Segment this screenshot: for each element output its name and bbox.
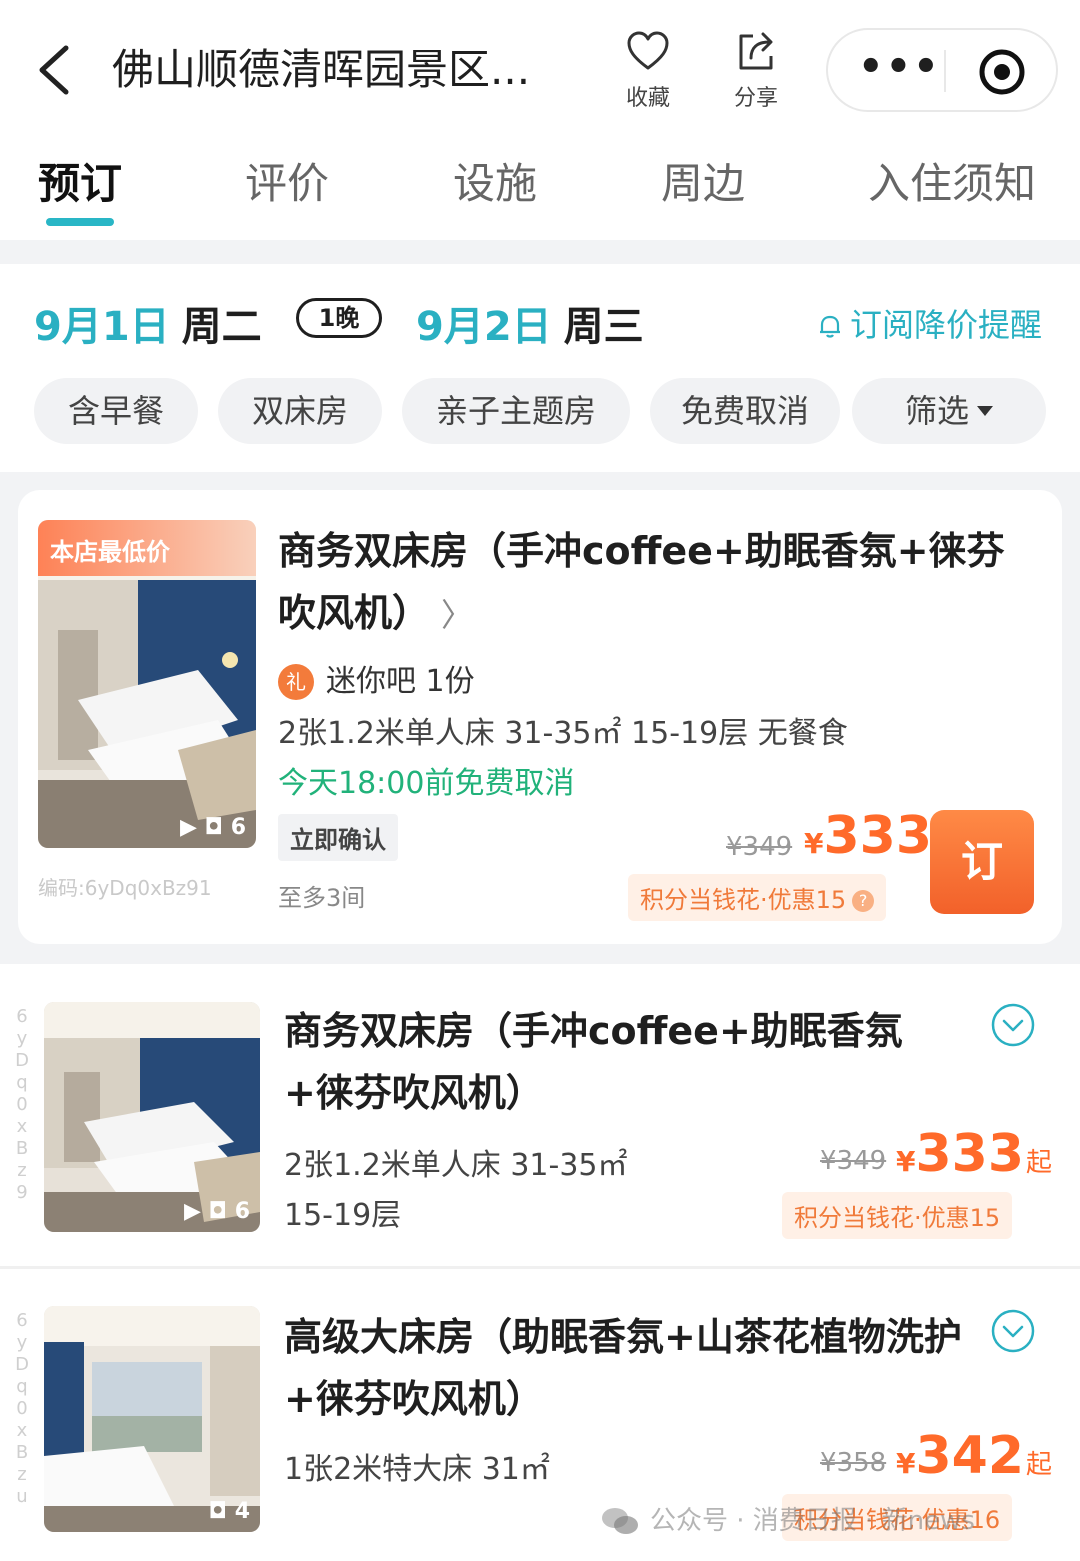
current-price: ¥342起 bbox=[896, 1426, 1052, 1486]
price-suffix: 起 bbox=[1026, 1148, 1053, 1178]
price-suffix: 起 bbox=[1026, 1450, 1053, 1480]
gift-text: 迷你吧 1份 bbox=[326, 664, 475, 699]
close-miniprogram-icon[interactable] bbox=[978, 48, 1026, 96]
share-label: 分享 bbox=[733, 86, 778, 111]
nights-badge: 1晚 bbox=[296, 298, 382, 338]
room-code: 编码:6yDq0xBz91 bbox=[38, 876, 212, 900]
expand-icon[interactable] bbox=[990, 1308, 1036, 1354]
photo-count-value: 6 bbox=[230, 815, 246, 840]
price-alert-link[interactable]: 订阅降价提醒 bbox=[816, 300, 1042, 346]
points-discount-tag: 积分当钱花·优惠15? bbox=[628, 874, 887, 921]
tab-bar: 预订 评价 设施 周边 入住须知 bbox=[0, 150, 1080, 230]
tab-checkin-notice[interactable]: 入住须知 bbox=[868, 150, 1036, 211]
miniprogram-capsule: ••• bbox=[826, 28, 1058, 112]
price-alert-label: 订阅降价提醒 bbox=[850, 306, 1043, 344]
chevron-right-icon: 〉 bbox=[441, 596, 474, 634]
caret-down-icon bbox=[977, 406, 993, 416]
room-photo[interactable]: 本店最低价 ▶ ◘ 6 bbox=[38, 520, 256, 848]
book-button[interactable]: 订 bbox=[930, 810, 1034, 914]
tab-facilities[interactable]: 设施 bbox=[453, 150, 537, 211]
more-icon[interactable]: ••• bbox=[858, 47, 939, 88]
date-filter-panel: 9月1日 周二 1晚 9月2日 周三 订阅降价提醒 含早餐 双床房 亲子主题房 免费… bbox=[0, 264, 1080, 472]
featured-room-card[interactable]: 本店最低价 ▶ ◘ 6 编码:6yDq0xBz91 商务双床房（手冲coffee… bbox=[18, 490, 1062, 944]
expand-icon[interactable] bbox=[990, 1002, 1036, 1048]
room-name[interactable]: 商务双床房（手冲coffee+助眠香氛+徕芬吹风机）〉 bbox=[278, 520, 1018, 646]
photo-count-value: 6 bbox=[234, 1199, 250, 1224]
room-floor: 15-19层 bbox=[284, 1198, 402, 1233]
current-price: ¥333起 bbox=[896, 1124, 1052, 1184]
room-list: 6yDq0xBz9 ▶ ◘ 6 商务双床房（手冲coffee+助眠香氛+徕芬吹风… bbox=[0, 964, 1080, 1561]
photo-count: ▶ ◘ 6 bbox=[179, 815, 246, 840]
capsule-divider bbox=[944, 50, 946, 92]
currency-symbol: ¥ bbox=[896, 1447, 916, 1480]
price-value: 333 bbox=[915, 1124, 1025, 1184]
share-icon bbox=[739, 32, 773, 70]
room-name-text: 商务双床房（手冲coffee+助眠香氛+徕芬吹风机） bbox=[278, 529, 1005, 635]
gift-icon: 礼 bbox=[278, 664, 314, 700]
filter-chip-free-cancel[interactable]: 免费取消 bbox=[650, 378, 840, 444]
price-value: 333 bbox=[823, 806, 933, 866]
instant-confirm-tag: 立即确认 bbox=[278, 814, 398, 861]
checkout-weekday: 周三 bbox=[563, 304, 644, 350]
original-price: ¥349 bbox=[726, 832, 793, 862]
photo-count: ▶ ◘ 6 bbox=[183, 1199, 250, 1224]
current-price: ¥333 bbox=[804, 806, 932, 866]
photo-count-value: 4 bbox=[234, 1499, 250, 1524]
filter-chip-more[interactable]: 筛选 bbox=[852, 378, 1046, 444]
checkin-weekday: 周二 bbox=[181, 304, 262, 350]
checkout-date[interactable]: 9月2日 周三 bbox=[416, 294, 644, 352]
checkout-date-text: 9月2日 bbox=[416, 304, 552, 350]
currency-symbol: ¥ bbox=[804, 827, 824, 860]
room-name[interactable]: 高级大床房（助眠香氛+山茶花植物洗护+徕芬吹风机） bbox=[284, 1306, 984, 1430]
favorite-label: 收藏 bbox=[625, 86, 670, 111]
room-side-code: 6yDq0xBzu bbox=[15, 1310, 29, 1507]
help-icon[interactable]: ? bbox=[852, 890, 875, 912]
free-cancel-note: 今天18:00前免费取消 bbox=[278, 766, 575, 801]
room-spec: 2张1.2米单人床 31-35㎡ bbox=[284, 1148, 628, 1183]
room-name[interactable]: 商务双床房（手冲coffee+助眠香氛+徕芬吹风机） bbox=[284, 1000, 964, 1124]
room-photo[interactable]: ▶ ◘ 6 bbox=[44, 1002, 260, 1232]
points-discount-text: 积分当钱花·优惠15 bbox=[640, 886, 847, 914]
share-button[interactable]: 分享 bbox=[716, 28, 796, 112]
filter-chip-breakfast[interactable]: 含早餐 bbox=[34, 378, 198, 444]
currency-symbol: ¥ bbox=[896, 1145, 916, 1178]
filter-chip-twin[interactable]: 双床房 bbox=[218, 378, 382, 444]
lowest-price-badge: 本店最低价 bbox=[38, 520, 256, 576]
bell-icon bbox=[820, 315, 840, 338]
favorite-button[interactable]: 收藏 bbox=[608, 28, 688, 112]
tab-nearby[interactable]: 周边 bbox=[661, 150, 745, 211]
room-side-code: 6yDq0xBz9 bbox=[15, 1006, 29, 1203]
original-price: ¥349 bbox=[820, 1146, 887, 1176]
watermark: 公众号 · 消费日报 · 新news bbox=[600, 1500, 975, 1537]
heart-icon bbox=[627, 31, 669, 70]
room-spec: 1张2米特大床 31㎡ bbox=[284, 1452, 550, 1487]
filter-more-label: 筛选 bbox=[904, 392, 969, 430]
max-rooms: 至多3间 bbox=[278, 884, 366, 912]
checkin-date[interactable]: 9月1日 周二 bbox=[34, 294, 262, 352]
room-photo[interactable]: ◘ 4 bbox=[44, 1306, 260, 1532]
back-icon[interactable] bbox=[30, 40, 80, 100]
original-price: ¥358 bbox=[820, 1448, 887, 1478]
price-value: 342 bbox=[915, 1426, 1025, 1486]
active-tab-indicator bbox=[46, 218, 114, 226]
room-spec: 2张1.2米单人床 31-35㎡ 15-19层 无餐食 bbox=[278, 716, 848, 751]
tab-booking[interactable]: 预订 bbox=[38, 150, 122, 211]
watermark-text: 公众号 · 消费日报 · 新news bbox=[650, 1506, 975, 1536]
row-divider bbox=[0, 1266, 1080, 1269]
points-discount-tag: 积分当钱花·优惠15 bbox=[782, 1192, 1013, 1239]
photo-count: ◘ 4 bbox=[208, 1499, 250, 1524]
tab-reviews[interactable]: 评价 bbox=[245, 150, 329, 211]
wechat-icon bbox=[602, 1508, 638, 1534]
page-title: 佛山顺德清晖园景区... bbox=[112, 45, 531, 94]
checkin-date-text: 9月1日 bbox=[34, 304, 170, 350]
gift-row: 礼迷你吧 1份 bbox=[278, 656, 475, 700]
filter-chip-family[interactable]: 亲子主题房 bbox=[402, 378, 630, 444]
top-bar: 佛山顺德清晖园景区... 收藏 分享 ••• 预订 评价 设施 周边 入住须知 bbox=[0, 0, 1080, 240]
